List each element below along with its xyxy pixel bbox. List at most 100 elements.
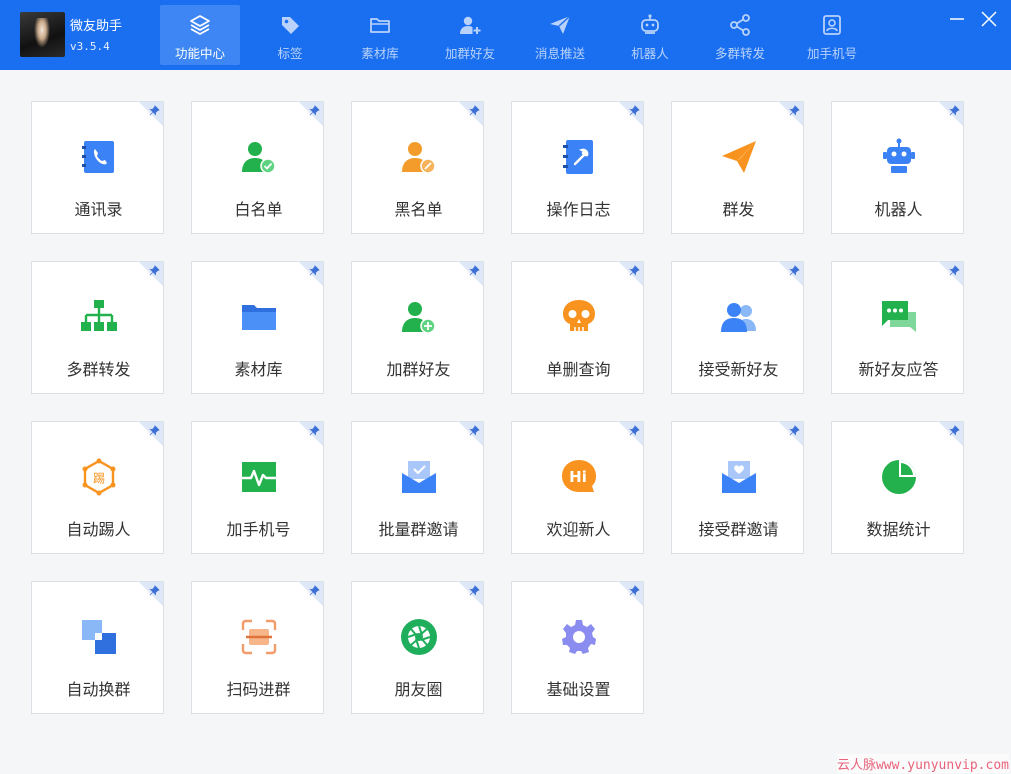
pin-icon[interactable] (629, 425, 640, 436)
tab-multi-forward[interactable]: 多群转发 (700, 5, 780, 65)
card-label: 批量群邀请 (352, 516, 485, 540)
card-oplog[interactable]: 操作日志 (511, 101, 644, 234)
tab-materials[interactable]: 素材库 (340, 5, 420, 65)
tab-label: 消息推送 (520, 43, 600, 62)
tab-tags[interactable]: 标签 (250, 5, 330, 65)
pin-icon[interactable] (149, 425, 160, 436)
layers-icon (188, 13, 212, 37)
tab-robot[interactable]: 机器人 (610, 5, 690, 65)
card-label: 欢迎新人 (512, 516, 645, 540)
pin-icon[interactable] (149, 105, 160, 116)
pin-icon[interactable] (309, 105, 320, 116)
card-stats[interactable]: 数据统计 (831, 421, 964, 554)
address-book-icon (80, 138, 118, 176)
card-whitelist[interactable]: 白名单 (191, 101, 324, 234)
pin-icon[interactable] (469, 425, 480, 436)
pin-icon[interactable] (309, 585, 320, 596)
card-single-delete-check[interactable]: 单删查询 (511, 261, 644, 394)
card-batch-invite[interactable]: 批量群邀请 (351, 421, 484, 554)
pin-icon[interactable] (629, 105, 640, 116)
title-bar: 微友助手 v3.5.4 功能中心 标签 素材库 加群好友 (0, 0, 1011, 70)
tab-label: 加群好友 (430, 43, 510, 62)
paper-plane-icon (720, 138, 758, 176)
pin-icon[interactable] (309, 425, 320, 436)
card-label: 自动踢人 (32, 516, 165, 540)
tab-add-phone[interactable]: 加手机号 (792, 5, 872, 65)
send-icon (548, 13, 572, 37)
share-icon (728, 13, 752, 37)
scan-icon (240, 618, 278, 656)
pin-icon[interactable] (949, 425, 960, 436)
pin-icon[interactable] (149, 585, 160, 596)
card-label: 朋友圈 (352, 676, 485, 700)
mail-heart-icon (720, 458, 758, 496)
card-add-group-friends[interactable]: 加群好友 (351, 261, 484, 394)
pin-icon[interactable] (949, 265, 960, 276)
user-add-icon (458, 13, 482, 37)
close-icon[interactable] (980, 10, 998, 28)
user-plus-icon (400, 298, 438, 336)
tab-add-group-friends[interactable]: 加群好友 (430, 5, 510, 65)
card-label: 黑名单 (352, 196, 485, 220)
chat-bubble-icon (880, 298, 918, 336)
card-mass-send[interactable]: 群发 (671, 101, 804, 234)
tab-features[interactable]: 功能中心 (160, 5, 240, 65)
card-accept-friends[interactable]: 接受新好友 (671, 261, 804, 394)
card-accept-invite[interactable]: 接受群邀请 (671, 421, 804, 554)
card-label: 接受群邀请 (672, 516, 805, 540)
watermark: 云人脉www.yunyunvip.com (837, 754, 1009, 773)
folder-icon (368, 13, 392, 37)
card-robot[interactable]: 机器人 (831, 101, 964, 234)
pin-icon[interactable] (789, 265, 800, 276)
app-name: 微友助手 (70, 15, 122, 34)
kick-glyph: 踢 (93, 472, 105, 486)
pin-icon[interactable] (149, 265, 160, 276)
card-materials[interactable]: 素材库 (191, 261, 324, 394)
pin-icon[interactable] (469, 585, 480, 596)
pin-icon[interactable] (469, 105, 480, 116)
card-auto-kick[interactable]: 踢 自动踢人 (31, 421, 164, 554)
card-label: 操作日志 (512, 196, 645, 220)
app-logo (20, 12, 65, 57)
pin-icon[interactable] (789, 105, 800, 116)
card-scan-join[interactable]: 扫码进群 (191, 581, 324, 714)
pin-icon[interactable] (629, 585, 640, 596)
minimize-icon[interactable] (948, 10, 966, 28)
pin-icon[interactable] (789, 425, 800, 436)
mail-check-icon (400, 458, 438, 496)
card-label: 加手机号 (192, 516, 325, 540)
kick-hexagon-icon: 踢 (80, 458, 118, 496)
contact-card-icon (820, 13, 844, 37)
card-label: 加群好友 (352, 356, 485, 380)
folder-icon (240, 298, 278, 336)
card-label: 素材库 (192, 356, 325, 380)
card-label: 新好友应答 (832, 356, 965, 380)
pin-icon[interactable] (629, 265, 640, 276)
card-label: 通讯录 (32, 196, 165, 220)
pin-icon[interactable] (309, 265, 320, 276)
card-settings[interactable]: 基础设置 (511, 581, 644, 714)
tab-label: 机器人 (610, 43, 690, 62)
tab-push[interactable]: 消息推送 (520, 5, 600, 65)
card-new-friend-reply[interactable]: 新好友应答 (831, 261, 964, 394)
card-label: 数据统计 (832, 516, 965, 540)
card-moments[interactable]: 朋友圈 (351, 581, 484, 714)
card-contacts[interactable]: 通讯录 (31, 101, 164, 234)
skull-icon (560, 298, 598, 336)
log-book-icon (560, 138, 598, 176)
org-chart-icon (80, 298, 118, 336)
user-check-icon (240, 138, 278, 176)
card-label: 多群转发 (32, 356, 165, 380)
tab-label: 多群转发 (700, 43, 780, 62)
card-blacklist[interactable]: 黑名单 (351, 101, 484, 234)
card-add-phone[interactable]: 加手机号 (191, 421, 324, 554)
card-auto-switch[interactable]: 自动换群 (31, 581, 164, 714)
card-label: 自动换群 (32, 676, 165, 700)
tab-label: 标签 (250, 43, 330, 62)
card-welcome[interactable]: Hi 欢迎新人 (511, 421, 644, 554)
tab-label: 加手机号 (792, 43, 872, 62)
card-multi-forward[interactable]: 多群转发 (31, 261, 164, 394)
tab-label: 素材库 (340, 43, 420, 62)
pin-icon[interactable] (469, 265, 480, 276)
pin-icon[interactable] (949, 105, 960, 116)
